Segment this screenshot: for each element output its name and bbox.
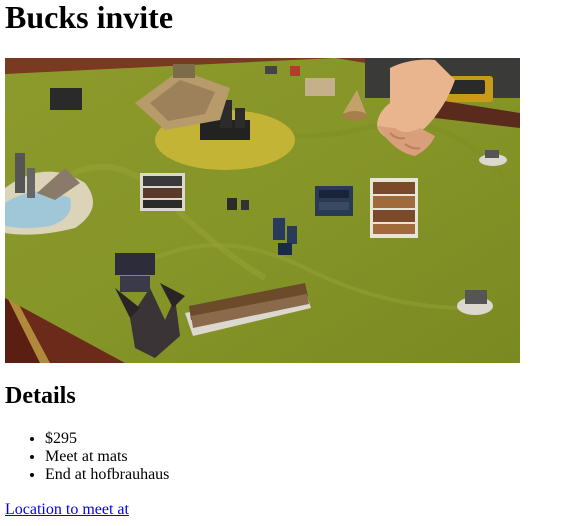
list-item-price: $295 xyxy=(45,430,169,448)
location-link[interactable]: Location to meet at xyxy=(5,501,129,519)
page-title: Bucks invite xyxy=(5,0,174,35)
details-list: $295 Meet at mats End at hofbrauhaus xyxy=(5,430,169,484)
list-item-meet: Meet at mats xyxy=(45,448,169,466)
wargame-photo xyxy=(5,58,520,363)
list-item-end: End at hofbrauhaus xyxy=(45,466,169,484)
details-heading: Details xyxy=(5,383,76,409)
